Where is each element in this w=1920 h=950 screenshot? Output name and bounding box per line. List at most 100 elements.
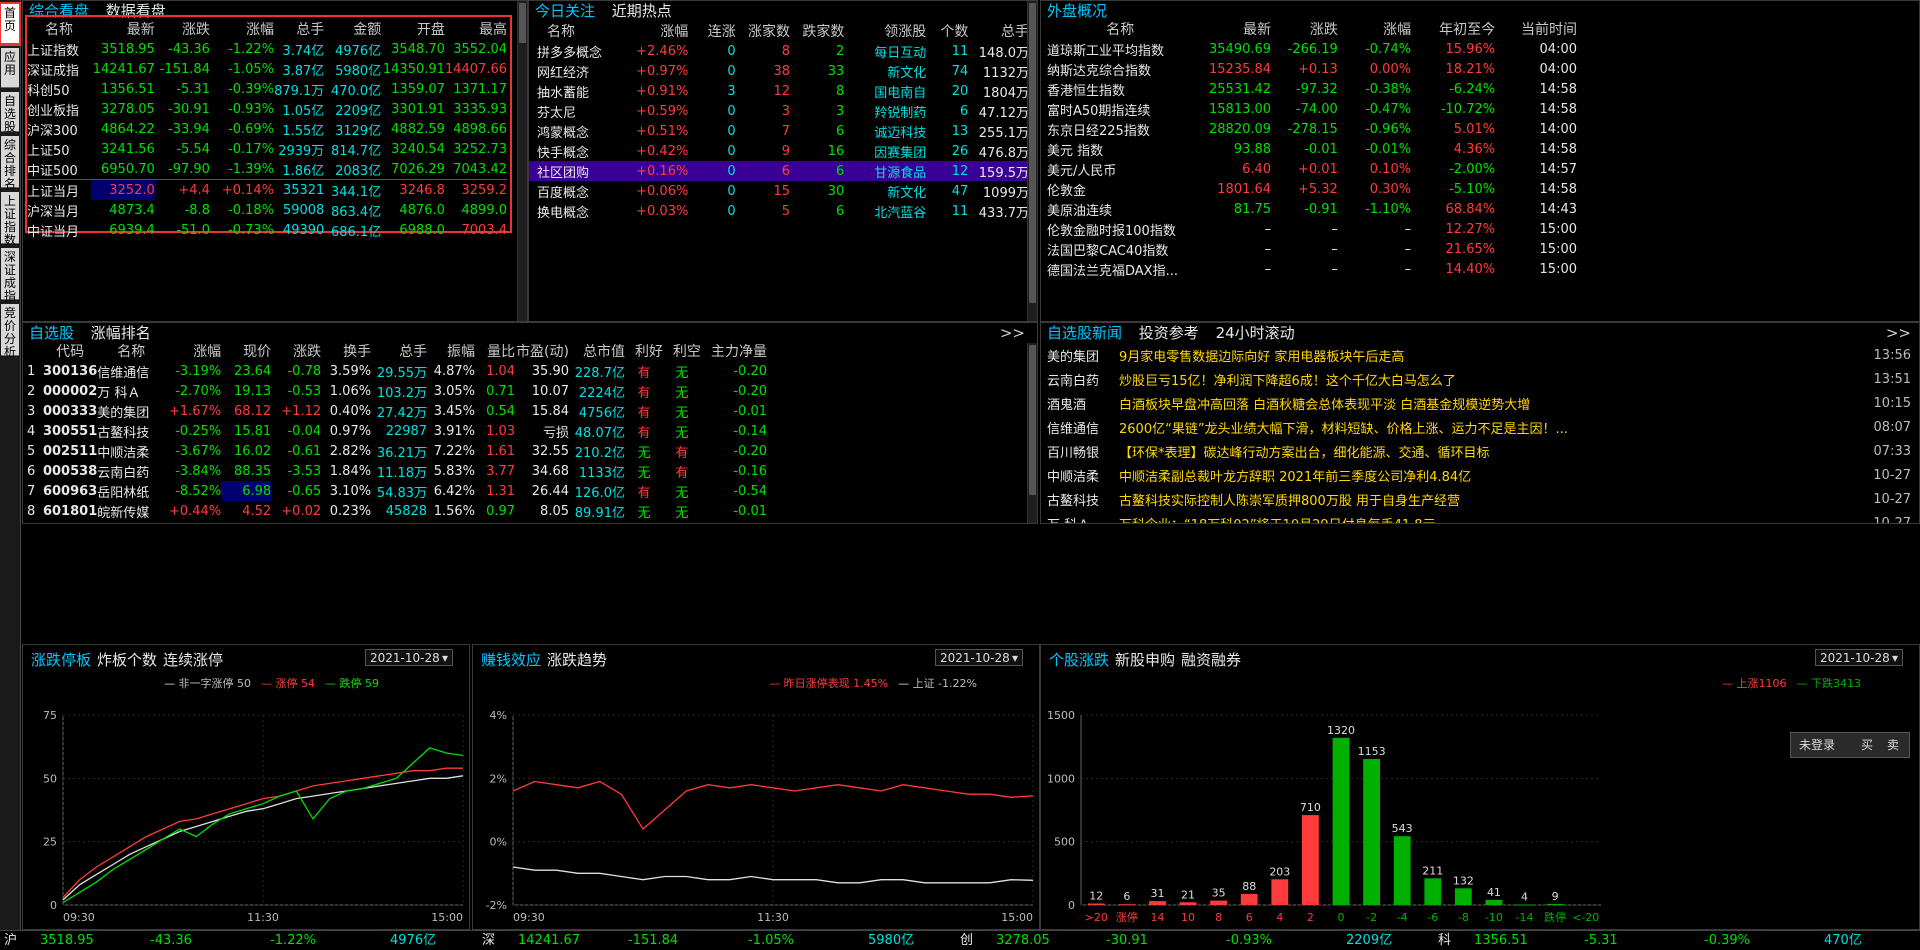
table-row[interactable]: 5 002511 中顺洁柔 -3.67% 16.02 -0.61 2.82% 36.21万 7.… [27,441,767,461]
news-item[interactable]: 美的集团 9月家电零售数据边际向好 家用电器板块午后走高 13:56 [1047,343,1911,367]
table-row[interactable]: 上证50 3241.56 -5.54 -0.17% 2939万 814.7亿 3240.54… [27,139,507,159]
zixuan-col-header[interactable]: 利空 [663,341,701,361]
table-row[interactable]: 深证成指 14241.67 -151.84 -1.05% 3.87亿 5980亿 14350… [27,59,507,79]
news-more-button[interactable]: >> [1886,323,1911,343]
table-row[interactable]: 香港恒生指数 25531.42 -97.32 -0.38% -6.24% 14:58 [1047,79,1577,99]
zixuan-more-button[interactable]: >> [1000,323,1025,343]
tab-zixuan[interactable]: 自选股 [29,324,74,342]
zixuan-col-header[interactable]: 涨跌 [271,341,321,361]
side-tab-4[interactable]: 上证指数 [1,192,19,247]
table-row[interactable]: 6 000538 云南白药 -3.84% 88.35 -3.53 1.84% 11.18万 5.… [27,461,767,481]
table-row[interactable]: 换电概念 +0.03% 0 5 6 北汽蓝谷 11 433.7万 [529,201,1029,221]
table-row[interactable]: 道琼斯工业平均指数 35490.69 -266.19 -0.74% 15.96% 04:0… [1047,39,1577,59]
table-row[interactable]: 9603387基蛋生物-6.62%17.49-1.242.12%772636.8… [27,521,767,523]
news-headline[interactable]: 白酒板块早盘冲高回落 白酒秋糖会总体表现平淡 白酒基金规模逆势大增 [1119,391,1850,415]
news-item[interactable]: 酒鬼酒 白酒板块早盘冲高回落 白酒秋糖会总体表现平淡 白酒基金规模逆势大增 10:1… [1047,391,1911,415]
table-row[interactable]: 抽水蓄能 +0.91% 3 12 8 国电南自 20 1804万 [529,81,1029,101]
table-row[interactable]: 7 600963 岳阳林纸 -8.52% 6.98 -0.65 3.10% 54.83万 6.4… [27,481,767,501]
side-tab-3[interactable]: 综合排名 [1,136,19,191]
zonghe-scrollbar[interactable] [517,1,527,321]
news-headline[interactable]: 【环保*表理】碳达峰行动方案出台，细化能源、交通、循环目标 [1119,439,1850,463]
table-row[interactable]: 法国巴黎CAC40指数 – – – 21.65% 15:00 [1047,239,1577,259]
jinri-col-header[interactable]: 名称 [529,21,624,41]
login-status[interactable]: 未登录 [1799,738,1835,752]
side-tab-6[interactable]: 竞价分析 [1,304,19,359]
zixuan-scrollbar[interactable] [1027,343,1037,523]
zonghe-col-header[interactable]: 涨幅 [210,19,274,39]
zonghe-col-header[interactable]: 金额 [324,19,381,39]
news-item[interactable]: 百川畅银 【环保*表理】碳达峰行动方案出台，细化能源、交通、循环目标 07:33 [1047,439,1911,463]
table-row[interactable]: 2 000002 万 科Ａ -2.70% 19.13 -0.53 1.06% 103.2万 3.… [27,381,767,401]
zonghe-col-header[interactable]: 最新 [91,19,155,39]
news-stock[interactable]: 中顺洁柔 [1047,463,1119,487]
bottom-label[interactable]: 深 [482,931,495,950]
buy-button[interactable]: 买 [1861,733,1873,757]
bottom-label[interactable]: 沪 [4,931,17,950]
jinri-col-header[interactable]: 领涨股 [844,21,926,41]
table-row[interactable]: 鸿蒙概念 +0.51% 0 7 6 诚迈科技 13 255.1万 [529,121,1029,141]
table-row[interactable]: 快手概念 +0.42% 0 9 16 因赛集团 26 476.8万 [529,141,1029,161]
sell-button[interactable]: 卖 [1887,733,1899,757]
tab-zhangfu-rank[interactable]: 涨幅排名 [91,324,151,342]
bottom-label[interactable]: 创 [960,931,973,950]
table-row[interactable]: 中证500 6950.70 -97.90 -1.39% 1.86亿 2083亿 7026.2… [27,159,507,180]
table-row[interactable]: 社区团购 +0.16% 0 6 6 甘源食品 12 159.5万 [529,161,1029,181]
jinri-col-header[interactable]: 个数 [926,21,968,41]
waipan-col-header[interactable]: 涨幅 [1338,19,1411,39]
jinri-col-header[interactable]: 涨幅 [624,21,688,41]
news-item[interactable]: 中顺洁柔 中顺洁柔副总裁叶龙方辞职 2021年前三季度公司净利4.84亿 10-27 [1047,463,1911,487]
table-row[interactable]: 美原油连续 81.75 -0.91 -1.10% 68.84% 14:43 [1047,199,1577,219]
table-row[interactable]: 富时A50期指连续 15813.00 -74.00 -0.47% -10.72% 14:5… [1047,99,1577,119]
zonghe-col-header[interactable]: 开盘 [381,19,445,39]
waipan-col-header[interactable]: 当前时间 [1495,19,1577,39]
news-item[interactable]: 古鳌科技 古鳌科技实际控制人陈崇军质押800万股 用于自身生产经营 10-27 [1047,487,1911,511]
zixuan-col-header[interactable]: 换手 [321,341,371,361]
news-item[interactable]: 信维通信 2600亿“果链”龙头业绩大幅下滑，材料短缺、价格上涨、运力不足是主因！… [1047,415,1911,439]
zixuan-col-header[interactable]: 总市值 [569,341,625,361]
side-tab-1[interactable]: 应用 [1,48,19,88]
tab-jinqi[interactable]: 近期热点 [612,2,672,20]
waipan-col-header[interactable]: 最新 [1194,19,1271,39]
jinri-scrollbar[interactable] [1027,1,1037,321]
news-headline[interactable]: 中顺洁柔副总裁叶龙方辞职 2021年前三季度公司净利4.84亿 [1119,463,1850,487]
table-row[interactable]: 美元 指数 93.88 -0.01 -0.01% 4.36% 14:58 [1047,139,1577,159]
zixuan-col-header[interactable]: 主力净量 [701,341,767,361]
table-row[interactable]: 伦敦金融时报100指数 – – – 12.27% 15:00 [1047,219,1577,239]
table-row[interactable]: 百度概念 +0.06% 0 15 30 新文化 47 1099万 [529,181,1029,201]
jinri-col-header[interactable]: 总手 [968,21,1029,41]
table-row[interactable]: 美元/人民币 6.40 +0.01 0.10% -2.00% 14:57 [1047,159,1577,179]
zonghe-col-header[interactable]: 最高 [445,19,507,39]
zixuan-col-header[interactable]: 代码 [43,341,97,361]
zixuan-col-header[interactable]: 总手 [371,341,427,361]
news-stock[interactable]: 古鳌科技 [1047,487,1119,511]
news-stock[interactable]: 万 科Ａ [1047,511,1119,524]
news-stock[interactable]: 百川畅银 [1047,439,1119,463]
news-item[interactable]: 万 科Ａ万科企业：“18万科02”将于10月29日付息每手41.8元 10-27 [1047,511,1911,524]
table-row[interactable]: 上证当月 3252.0 +4.4 +0.14% 35321 344.1亿 3246.8 325… [27,179,507,200]
zonghe-col-header[interactable]: 总手 [274,19,324,39]
table-row[interactable]: 东京日经225指数 28820.09 -278.15 -0.96% 5.01% 14:00 [1047,119,1577,139]
table-row[interactable]: 中证当月 6939.4 -51.0 -0.73% 49390 686.1亿 6988.0 70… [27,220,507,240]
waipan-col-header[interactable]: 涨跌 [1271,19,1338,39]
side-tab-5[interactable]: 深证成指 [1,248,19,303]
zixuan-col-header[interactable] [27,341,43,361]
zixuan-col-header[interactable]: 利好 [625,341,663,361]
news-stock[interactable]: 云南白药 [1047,367,1119,391]
zixuan-col-header[interactable]: 量比 [475,341,515,361]
jinri-col-header[interactable]: 连涨 [688,21,736,41]
news-headline[interactable]: 古鳌科技实际控制人陈崇军质押800万股 用于自身生产经营 [1119,487,1850,511]
news-headline[interactable]: 万科企业：“18万科02”将于10月29日付息每手41.8元 [1119,511,1850,524]
table-row[interactable]: 3 000333 美的集团 +1.67% 68.12 +1.12 0.40% 27.42万 3.… [27,401,767,421]
news-stock[interactable]: 酒鬼酒 [1047,391,1119,415]
table-row[interactable]: 德国法兰克福DAX指... – – – 14.40% 15:00 [1047,259,1577,279]
news-item[interactable]: 云南白药 炒股巨亏15亿！净利润下降超6成！这个千亿大白马怎么了 13:51 [1047,367,1911,391]
jinri-col-header[interactable]: 涨家数 [736,21,790,41]
tab-jinri[interactable]: 今日关注 [535,2,595,20]
table-row[interactable]: 科创50 1356.51 -5.31 -0.39% 879.1万 470.0亿 1359.0… [27,79,507,99]
side-tab-0[interactable]: 首页 [0,2,21,46]
zixuan-col-header[interactable]: 名称 [97,341,165,361]
zixuan-col-header[interactable]: 现价 [221,341,271,361]
zonghe-col-header[interactable]: 名称 [27,19,91,39]
tab-24h[interactable]: 24小时滚动 [1216,324,1295,342]
table-row[interactable]: 拼多多概念 +2.46% 0 8 2 每日互动 11 148.0万 [529,41,1029,61]
